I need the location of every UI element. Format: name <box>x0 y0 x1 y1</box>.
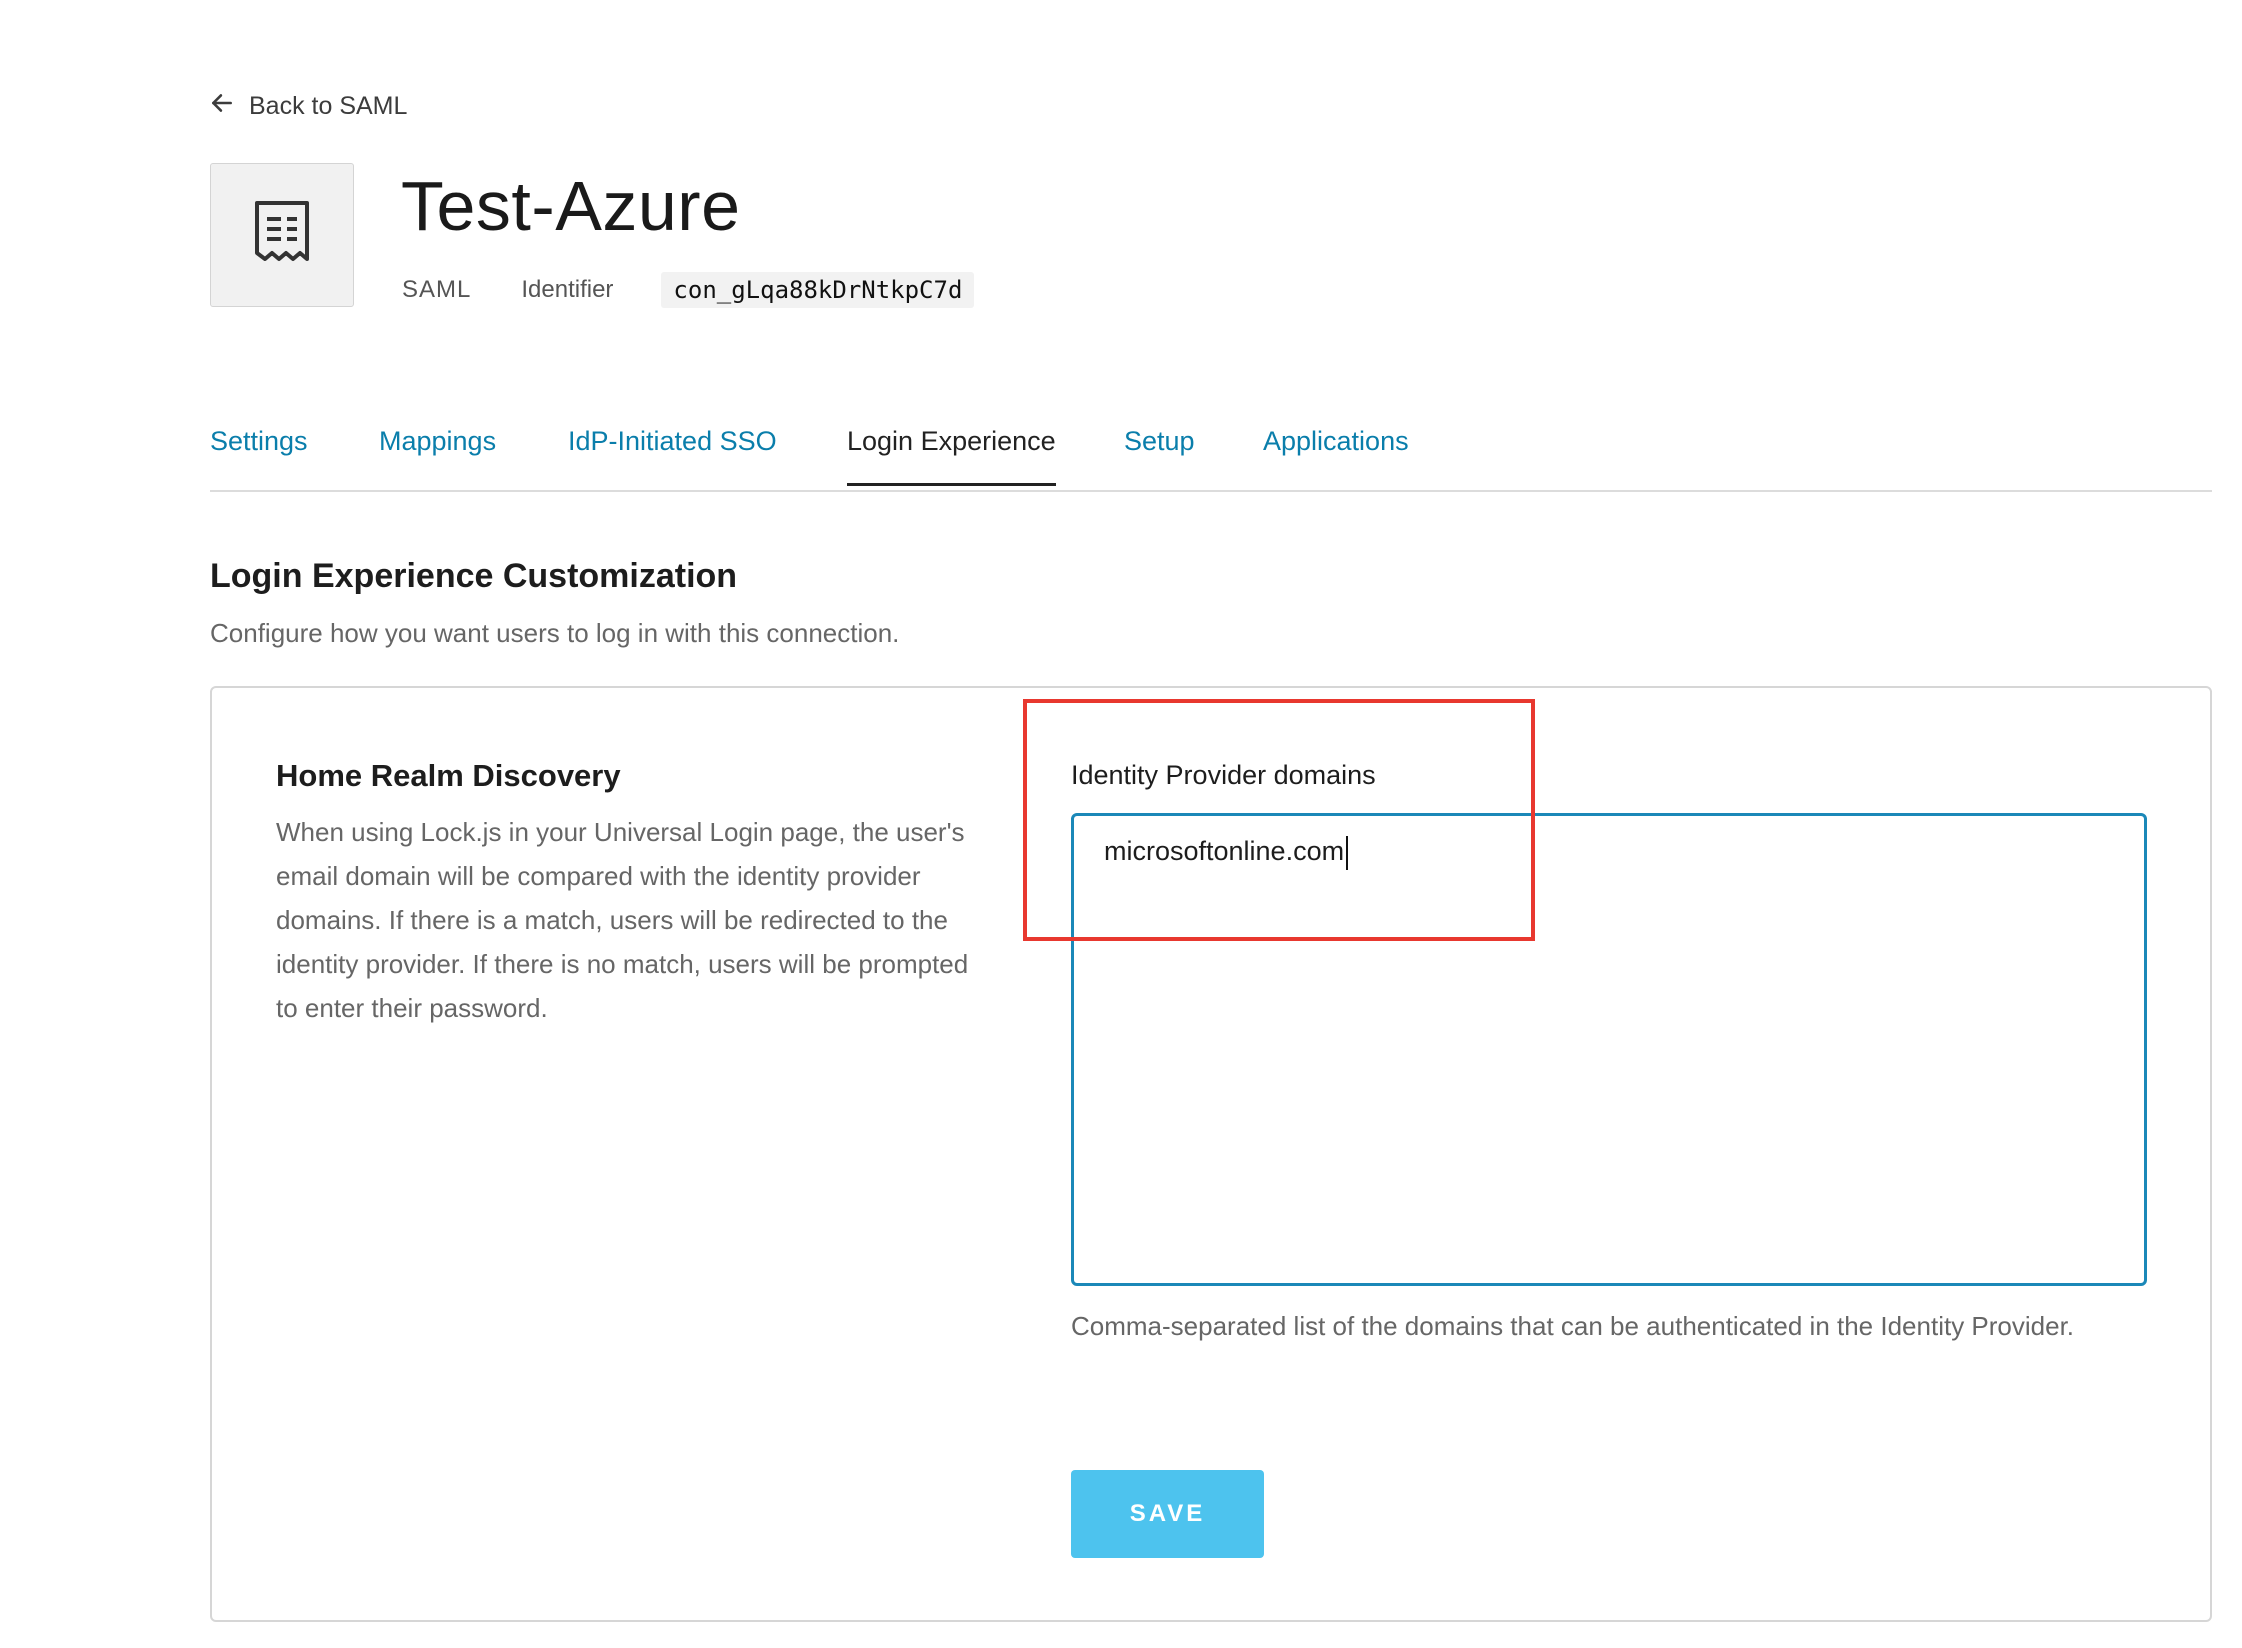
idp-domains-textarea[interactable]: microsoftonline.com <box>1071 813 2147 1286</box>
tab-mappings[interactable]: Mappings <box>379 426 496 483</box>
back-link-label: Back to SAML <box>249 92 408 120</box>
back-to-saml-link[interactable]: Back to SAML <box>209 90 407 123</box>
idp-domains-label: Identity Provider domains <box>1071 760 1376 790</box>
identifier-label: Identifier <box>521 276 614 303</box>
save-button[interactable]: SAVE <box>1071 1470 1264 1558</box>
receipt-document-icon <box>253 199 311 272</box>
connection-icon-tile <box>210 163 354 307</box>
tab-idp-initiated-sso[interactable]: IdP-Initiated SSO <box>568 426 777 483</box>
tab-login-experience[interactable]: Login Experience <box>847 426 1056 486</box>
idp-domains-help: Comma-separated list of the domains that… <box>1071 1311 2075 1341</box>
section-description: Configure how you want users to log in w… <box>210 618 900 648</box>
tab-bar: Settings Mappings IdP-Initiated SSO Logi… <box>210 416 2212 492</box>
text-caret <box>1346 836 1349 870</box>
home-realm-title: Home Realm Discovery <box>276 758 621 793</box>
identifier-value: con_gLqa88kDrNtkpC7d <box>661 272 975 308</box>
section-title: Login Experience Customization <box>210 557 738 595</box>
idp-domains-value: microsoftonline.com <box>1104 836 1345 867</box>
connection-type: SAML <box>402 276 472 303</box>
connection-meta: SAML Identifier con_gLqa88kDrNtkpC7d <box>402 272 975 308</box>
home-realm-description: When using Lock.js in your Universal Log… <box>276 817 969 1023</box>
arrow-left-icon <box>209 90 235 123</box>
tab-setup[interactable]: Setup <box>1124 426 1195 483</box>
tab-settings[interactable]: Settings <box>210 426 308 483</box>
tab-applications[interactable]: Applications <box>1263 426 1409 483</box>
connection-title: Test-Azure <box>401 167 741 245</box>
